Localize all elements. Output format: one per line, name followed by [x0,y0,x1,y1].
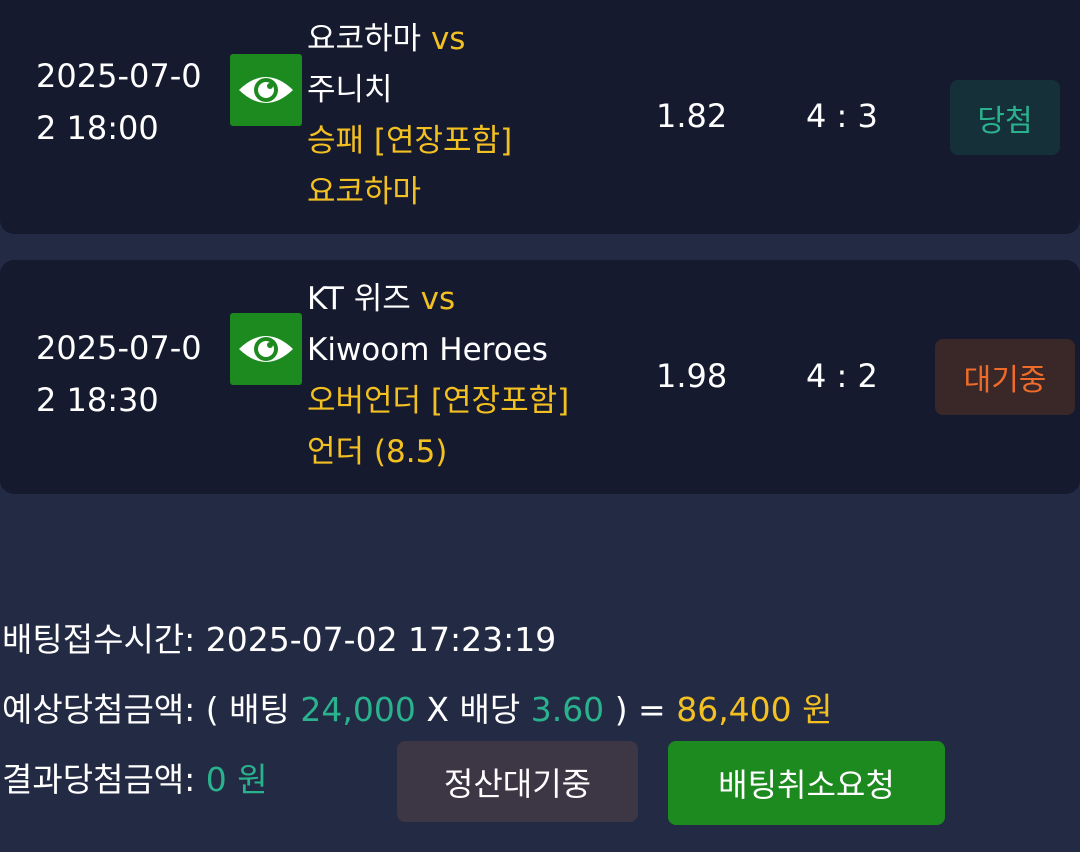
result-payout-row: 결과당첨금액: 0 원 [2,758,268,802]
bet-time-value: 2025-07-02 17:23:19 [205,620,557,659]
total-odds: 3.60 [530,690,605,729]
away-team: Kiwoom Heroes [307,332,548,368]
bet-time-label: 배팅접수시간: [2,620,196,659]
bet-datetime: 2025-07-02 18:30 [36,329,202,419]
bet-history-page: 2025-07-02 18:00 요코하마 vs 주니치 승패 [연장포함] 요… [0,0,1080,852]
bet-amount: 24,000 [300,690,416,729]
total-odds-label: 배당 [459,690,521,729]
vs-label: vs [430,21,466,57]
bet-amount-label: 배팅 [229,690,290,729]
multiply-sign: X [426,690,449,729]
result-amount: 0 원 [205,760,268,799]
market-type: 오버언더 [연장포함] [307,383,570,419]
match-score: 4 : 3 [806,97,878,135]
expected-amount: 86,400 원 [676,690,833,729]
market-type: 승패 [연장포함] [307,123,513,159]
match-info: KT 위즈 vs Kiwoom Heroes 오버언더 [연장포함] 언더 (8… [307,274,569,478]
eye-icon [239,77,293,103]
bet-pick: 언더 (8.5) [307,434,448,470]
status-badge: 대기중 [935,339,1075,415]
expected-payout-label: 예상당첨금액: [2,690,196,729]
result-payout-label: 결과당첨금액: [2,760,196,799]
bet-pick: 요코하마 [307,174,422,210]
bet-time-row: 배팅접수시간: 2025-07-02 17:23:19 [2,618,556,662]
bet-card: 2025-07-02 18:00 요코하마 vs 주니치 승패 [연장포함] 요… [0,0,1080,234]
expected-payout-row: 예상당첨금액: ( 배팅 24,000 X 배당 3.60 ) = 86,400… [2,688,833,732]
bet-card: 2025-07-02 18:30 KT 위즈 vs Kiwoom Heroes … [0,260,1080,494]
bet-odds: 1.98 [656,357,728,395]
bet-odds: 1.82 [656,97,728,135]
match-score: 4 : 2 [806,357,878,395]
vs-label: vs [420,281,456,317]
view-details-button[interactable] [230,313,302,385]
cancel-bet-request-button[interactable]: 배팅취소요청 [668,741,945,825]
settlement-pending-button[interactable]: 정산대기중 [397,741,638,822]
match-info: 요코하마 vs 주니치 승패 [연장포함] 요코하마 [307,14,512,218]
status-badge: 당첨 [950,80,1060,155]
view-details-button[interactable] [230,54,302,126]
eye-icon [239,336,293,362]
away-team: 주니치 [307,72,393,108]
home-team: KT 위즈 [307,281,411,317]
open-paren: ( [205,690,219,729]
bet-datetime: 2025-07-02 18:00 [36,57,202,147]
close-paren-equals: ) = [614,690,666,729]
home-team: 요코하마 [307,21,422,57]
